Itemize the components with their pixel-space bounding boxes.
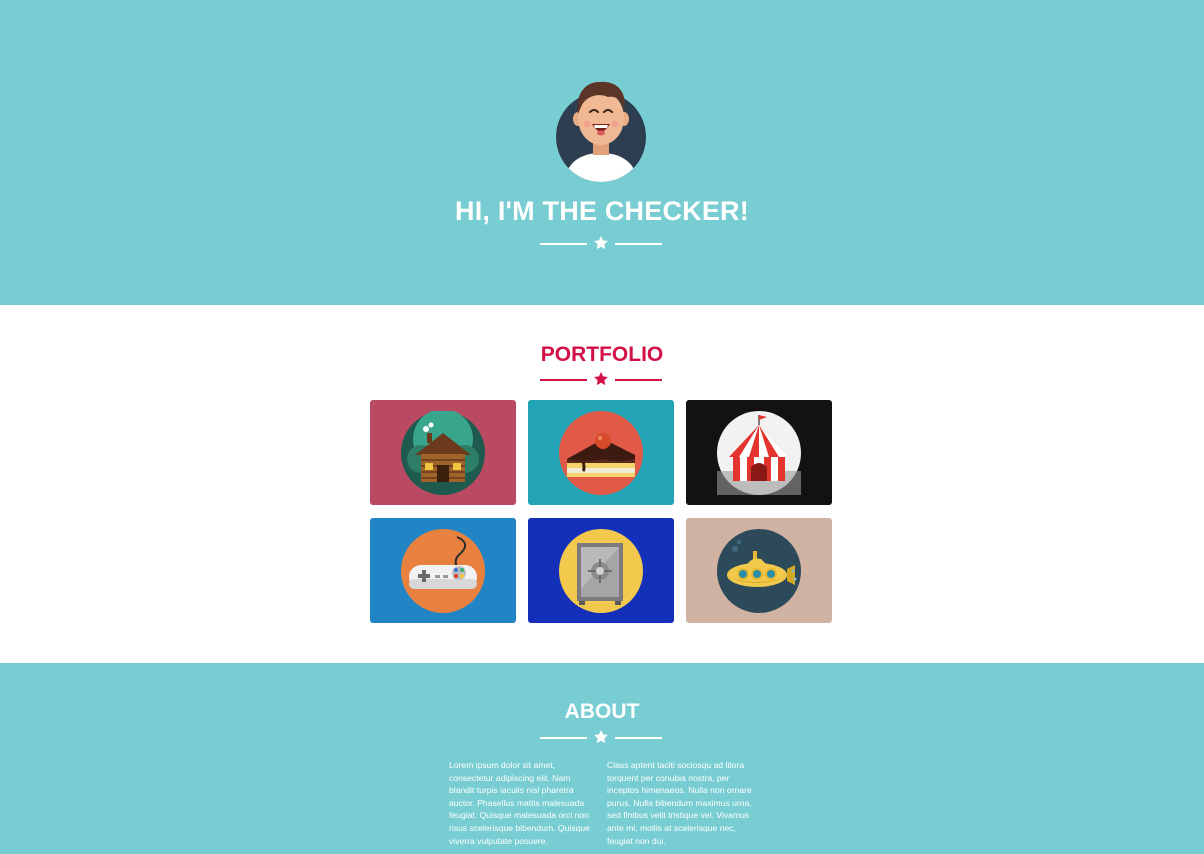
divider-line [540,379,587,381]
log-cabin-icon [401,410,485,495]
safe-icon [559,528,643,613]
star-icon [594,236,608,250]
about-divider [540,729,662,747]
cake-slice-icon [559,410,643,495]
hero-section: HI, I'M THE CHECKER! [0,0,1204,305]
circus-tent-icon [717,410,801,495]
hero-title: HI, I'M THE CHECKER! [455,196,749,226]
portfolio-item-controller[interactable] [370,518,516,623]
divider-line [540,243,587,245]
portfolio-item-circus[interactable] [686,400,832,505]
divider-line [615,737,662,739]
about-section: ABOUT Lorem ipsum dolor sit amet, consec… [0,663,1204,854]
divider-line [615,379,662,381]
divider-line [540,737,587,739]
portfolio-title: PORTFOLIO [540,343,664,366]
smiling-man-avatar-icon [556,81,646,182]
portfolio-item-cake[interactable] [528,400,674,505]
star-icon [594,730,608,744]
portfolio-item-submarine[interactable] [686,518,832,623]
game-controller-icon [401,528,485,613]
portfolio-section: PORTFOLIO [0,305,1204,663]
about-paragraph-left: Lorem ipsum dolor sit amet, consectetur … [449,760,590,846]
star-icon [594,372,608,386]
portfolio-divider [540,371,662,389]
portfolio-item-cabin[interactable] [370,400,516,505]
title-divider [540,235,662,253]
portfolio-item-safe[interactable] [528,518,674,623]
about-paragraph-right: Class aptent taciti sociosqu ad litora t… [607,760,752,846]
divider-line [615,243,662,245]
submarine-icon [717,528,801,613]
about-title: ABOUT [564,700,640,723]
